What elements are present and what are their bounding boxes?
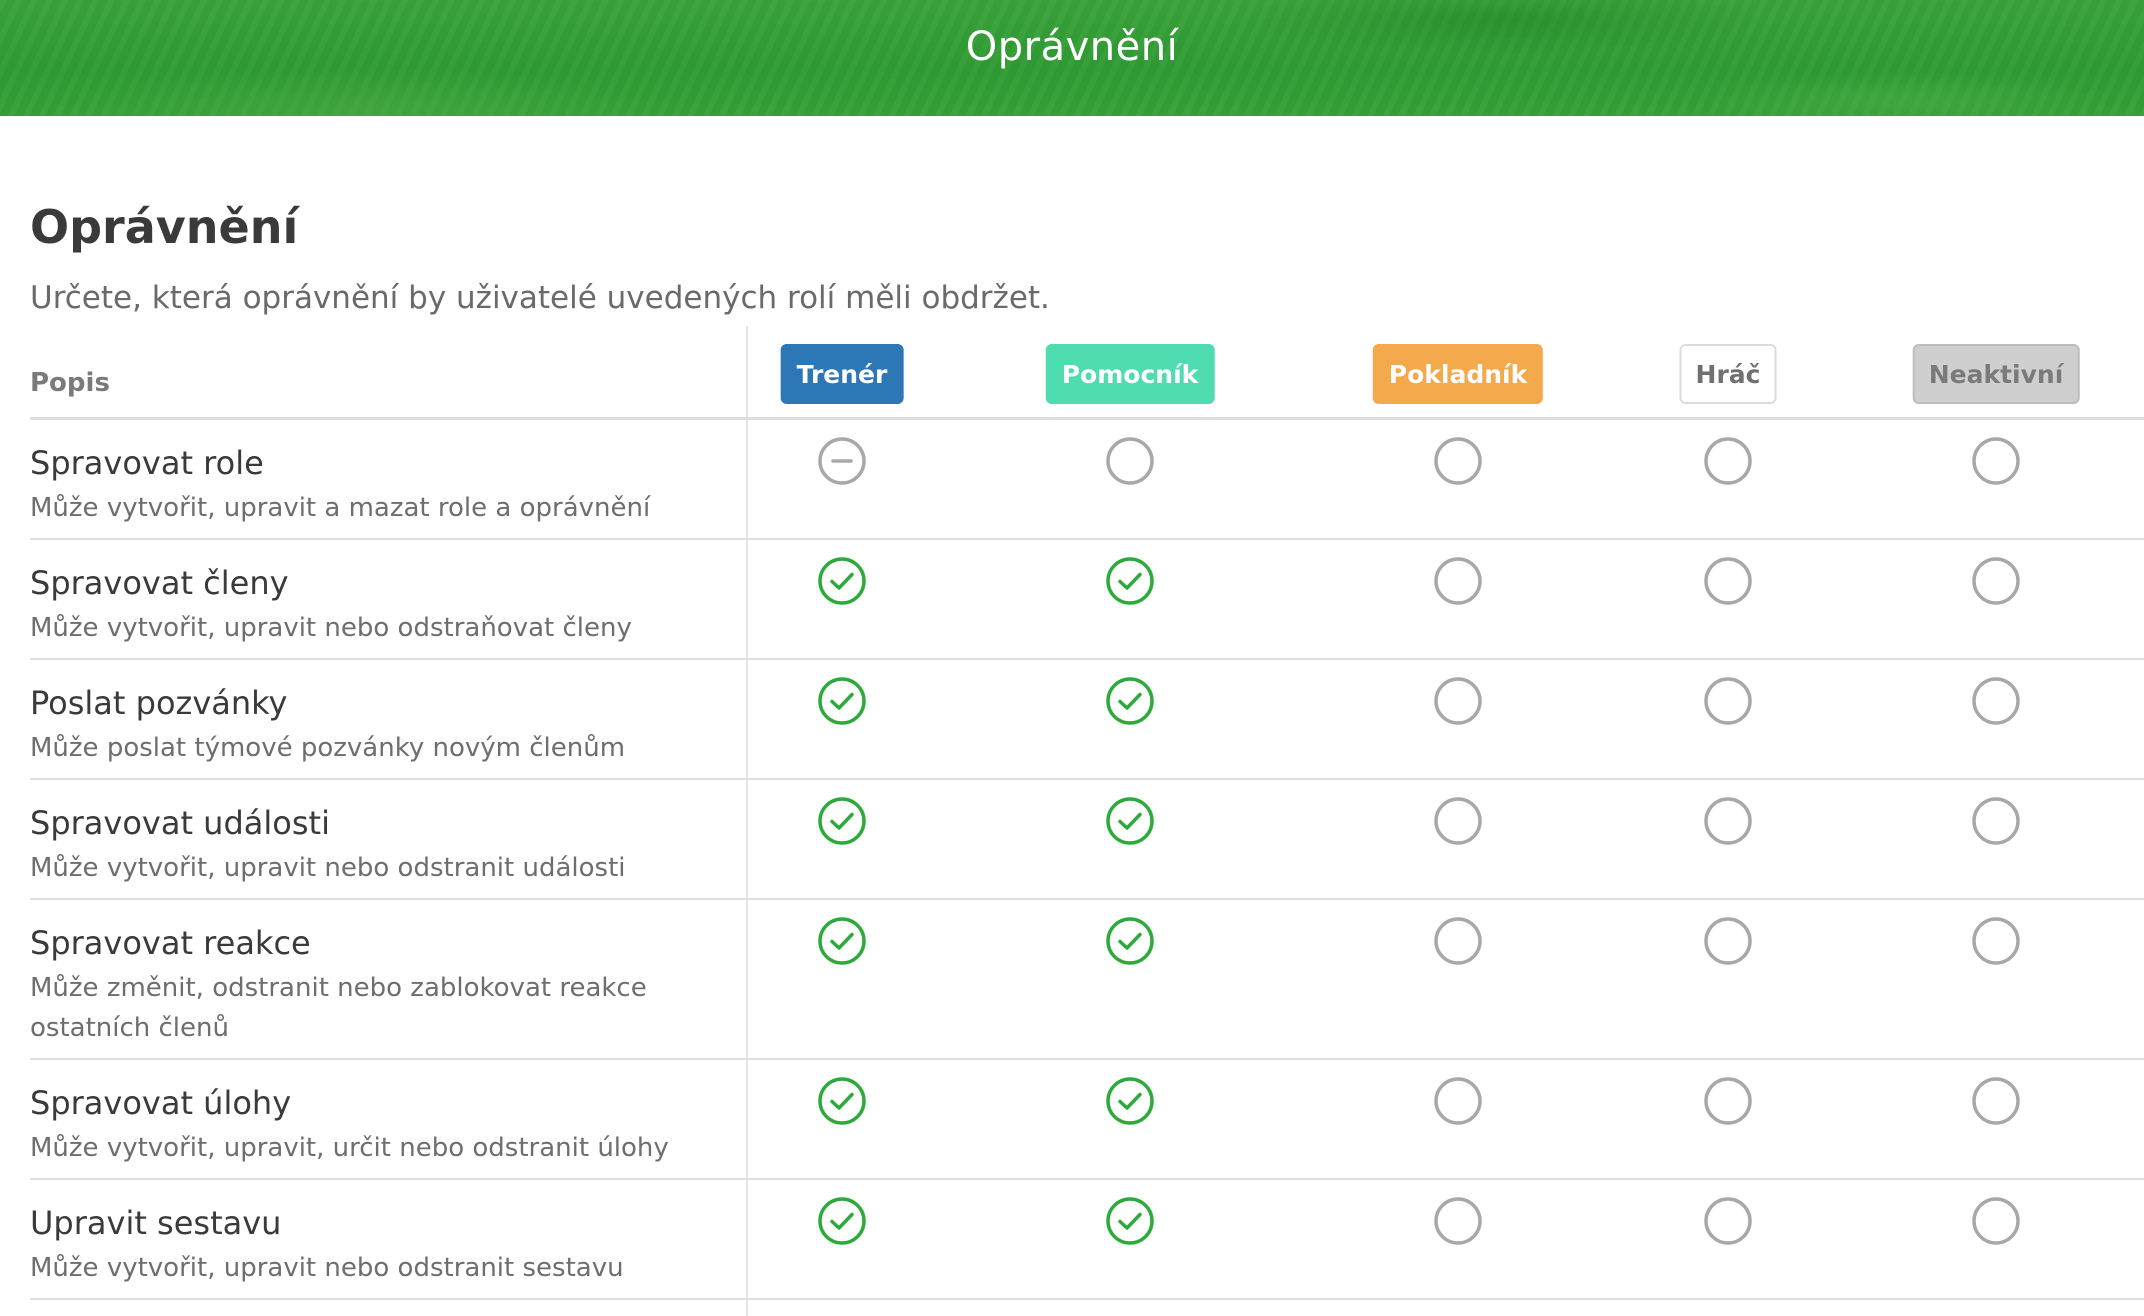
permission-row: Spravovat role Může vytvořit, upravit a m…: [30, 420, 2144, 540]
empty-circle-icon[interactable]: [1433, 676, 1483, 726]
empty-circle-icon[interactable]: [1433, 1196, 1483, 1246]
empty-circle-icon[interactable]: [1433, 556, 1483, 606]
empty-circle-icon[interactable]: [1703, 436, 1753, 486]
role-badge-5: Neaktivní: [1912, 344, 2080, 404]
table-header: Popis Trenér Pomocník Pokladník Hráč Neaktiv…: [30, 326, 2144, 420]
check-circle-icon[interactable]: [1105, 916, 1155, 966]
check-circle-icon[interactable]: [817, 796, 867, 846]
empty-circle-icon[interactable]: [1971, 916, 2021, 966]
permission-title: Spravovat události: [30, 804, 330, 842]
empty-circle-icon[interactable]: [1433, 796, 1483, 846]
permission-description: Může vytvořit, upravit, určit nebo odstr…: [30, 1133, 669, 1163]
check-circle-icon[interactable]: [817, 556, 867, 606]
permission-title: Spravovat reakce: [30, 924, 311, 962]
empty-circle-icon[interactable]: [1703, 1076, 1753, 1126]
permission-row: Spravovat události Může vytvořit, upravit…: [30, 780, 2144, 900]
permissions-table: Popis Trenér Pomocník Pokladník Hráč Neaktiv…: [30, 326, 2144, 1316]
check-circle-icon[interactable]: [1105, 676, 1155, 726]
table-body: Spravovat role Může vytvořit, upravit a m…: [30, 420, 2144, 1300]
empty-circle-icon[interactable]: [1703, 916, 1753, 966]
top-bar: Oprávnění: [0, 0, 2144, 116]
permission-row: Poslat pozvánky Může poslat týmové pozván…: [30, 660, 2144, 780]
page-title: Oprávnění: [30, 200, 299, 254]
empty-circle-icon[interactable]: [1971, 556, 2021, 606]
top-bar-title: Oprávnění: [965, 24, 1179, 70]
check-circle-icon[interactable]: [1105, 1196, 1155, 1246]
empty-circle-icon[interactable]: [1703, 676, 1753, 726]
check-circle-icon[interactable]: [817, 916, 867, 966]
permission-description: Může poslat týmové pozvánky novým členům: [30, 733, 626, 763]
role-badge-3: Pokladník: [1372, 344, 1544, 404]
role-badge-2: Pomocník: [1045, 344, 1215, 404]
permission-title: Upravit sestavu: [30, 1204, 282, 1242]
check-circle-icon[interactable]: [817, 1076, 867, 1126]
empty-circle-icon[interactable]: [1703, 796, 1753, 846]
permission-description: Může vytvořit, upravit nebo odstraňovat …: [30, 613, 632, 643]
permission-title: Spravovat členy: [30, 564, 289, 602]
check-circle-icon[interactable]: [817, 676, 867, 726]
empty-circle-icon[interactable]: [1971, 796, 2021, 846]
check-circle-icon[interactable]: [1105, 796, 1155, 846]
permission-description: Může vytvořit, upravit nebo odstranit se…: [30, 1253, 624, 1283]
empty-circle-icon[interactable]: [1433, 436, 1483, 486]
permission-row: Spravovat reakce Může změnit, odstranit n…: [30, 900, 2144, 1060]
empty-circle-icon[interactable]: [1105, 436, 1155, 486]
check-circle-icon[interactable]: [1105, 1076, 1155, 1126]
permission-description: Může vytvořit, upravit nebo odstranit ud…: [30, 853, 626, 883]
empty-circle-icon[interactable]: [1971, 436, 2021, 486]
check-circle-icon[interactable]: [817, 1196, 867, 1246]
permission-row: Spravovat úlohy Může vytvořit, upravit, u…: [30, 1060, 2144, 1180]
empty-circle-icon[interactable]: [1433, 1076, 1483, 1126]
minus-circle-icon: [817, 436, 867, 486]
permission-row: Upravit sestavu Může vytvořit, upravit ne…: [30, 1180, 2144, 1300]
role-badge-4: Hráč: [1679, 344, 1777, 404]
empty-circle-icon[interactable]: [1433, 916, 1483, 966]
permission-row: Spravovat členy Může vytvořit, upravit ne…: [30, 540, 2144, 660]
permission-title: Spravovat role: [30, 444, 264, 482]
check-circle-icon[interactable]: [1105, 556, 1155, 606]
empty-circle-icon[interactable]: [1703, 1196, 1753, 1246]
empty-circle-icon[interactable]: [1971, 1196, 2021, 1246]
role-badge-1: Trenér: [780, 344, 904, 404]
permission-title: Spravovat úlohy: [30, 1084, 292, 1122]
permission-description: Může změnit, odstranit nebo zablokovat r…: [30, 973, 647, 1043]
empty-circle-icon[interactable]: [1971, 676, 2021, 726]
empty-circle-icon[interactable]: [1971, 1076, 2021, 1126]
page-subtitle: Určete, která oprávnění by uživatelé uve…: [30, 280, 1050, 316]
description-column-header: Popis: [30, 368, 110, 398]
permission-title: Poslat pozvánky: [30, 684, 288, 722]
empty-circle-icon[interactable]: [1703, 556, 1753, 606]
permission-description: Může vytvořit, upravit a mazat role a op…: [30, 493, 651, 523]
